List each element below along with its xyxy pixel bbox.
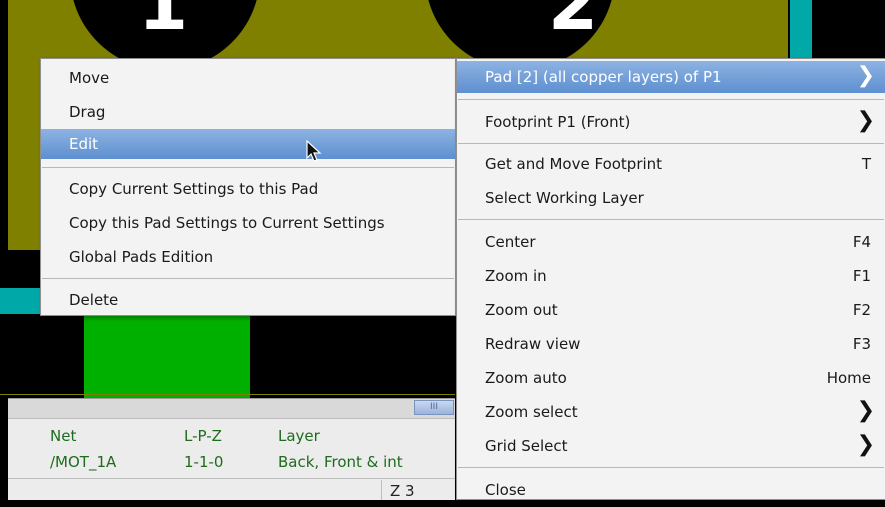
pad-context-menu: Move Drag Edit Copy Current Settings to … [40,58,456,316]
menu-item-label: Edit [69,135,99,153]
chevron-right-icon: ❯ [856,108,875,133]
menu-separator [458,143,884,144]
menu-item-label: Zoom out [485,301,558,319]
menu-item-label: Footprint P1 (Front) [485,113,631,131]
mouse-cursor-icon [306,140,322,162]
status-header-lpz: L-P-Z [184,427,222,445]
menu-item-copy-pad-settings[interactable]: Copy this Pad Settings to Current Settin… [41,206,455,240]
menu-separator [42,278,454,279]
menu-item-label: Redraw view [485,335,581,353]
menu-item-label: Drag [69,103,106,121]
menu-item-zoom-in[interactable]: Zoom in F1 [457,259,885,293]
chevron-right-icon: ❯ [856,432,875,457]
menu-item-redraw-view[interactable]: Redraw view F3 [457,327,885,361]
menu-item-label: Copy Current Settings to this Pad [69,180,319,198]
menu-item-label: Zoom select [485,403,578,421]
menu-item-copy-current-settings[interactable]: Copy Current Settings to this Pad [41,172,455,206]
menu-item-label: Copy this Pad Settings to Current Settin… [69,214,385,232]
status-header-layer: Layer [278,427,320,445]
menu-item-grid-select[interactable]: Grid Select ❯ [457,429,885,463]
menu-item-label: Move [69,69,110,87]
status-bar: Net L-P-Z Layer /MOT_1A 1-1-0 Back, Fron… [8,418,455,478]
menu-shortcut: F3 [852,335,871,353]
menu-item-label: Close [485,481,526,499]
outline-line [0,394,455,395]
menu-item-delete[interactable]: Delete [41,283,455,317]
status-value-layer: Back, Front & int [278,453,403,471]
menu-item-label: Get and Move Footprint [485,155,663,173]
status-value-net: /MOT_1A [50,453,117,471]
menu-item-zoom-auto[interactable]: Zoom auto Home [457,361,885,395]
main-context-menu: Pad [2] (all copper layers) of P1 ❯ Foot… [456,58,885,500]
menu-item-center[interactable]: Center F4 [457,225,885,259]
menu-item-label: Select Working Layer [485,189,644,207]
menu-item-pad-header[interactable]: Pad [2] (all copper layers) of P1 ❯ [457,61,885,93]
menu-item-zoom-out[interactable]: Zoom out F2 [457,293,885,327]
menu-shortcut: Home [826,369,871,387]
menu-item-global-pads-edition[interactable]: Global Pads Edition [41,240,455,274]
zoom-indicator: Z 3 [381,480,441,500]
track-cyan-left [0,288,40,314]
menu-item-label: Global Pads Edition [69,248,214,266]
menu-shortcut: F2 [852,301,871,319]
menu-separator [458,467,884,468]
menu-item-label: Pad [2] (all copper layers) of P1 [485,68,722,86]
status-value-lpz: 1-1-0 [184,453,224,471]
menu-item-footprint[interactable]: Footprint P1 (Front) ❯ [457,105,885,139]
menu-shortcut: F1 [852,267,871,285]
menu-separator [42,167,454,168]
menu-item-move[interactable]: Move [41,61,455,95]
menu-item-close[interactable]: Close [457,473,885,507]
chevron-right-icon: ❯ [856,63,875,88]
menu-shortcut: T [861,155,871,173]
menu-separator [458,219,884,220]
horizontal-scrollbar[interactable] [8,398,455,418]
scrollbar-thumb[interactable]: III [414,400,454,415]
status-header-net: Net [50,427,77,445]
menu-separator [458,99,884,100]
pad-1-number: 1 [138,0,189,46]
chevron-right-icon: ❯ [856,398,875,423]
menu-shortcut: F4 [852,233,871,251]
menu-item-select-working-layer[interactable]: Select Working Layer [457,181,885,215]
menu-item-zoom-select[interactable]: Zoom select ❯ [457,395,885,429]
menu-item-label: Zoom in [485,267,547,285]
menu-item-label: Zoom auto [485,369,567,387]
menu-item-label: Grid Select [485,437,568,455]
pad-2-number: 2 [548,0,599,46]
menu-item-label: Delete [69,291,119,309]
track-cyan-right [790,0,812,58]
menu-item-drag[interactable]: Drag [41,95,455,129]
pad-green [84,314,250,398]
menu-item-get-move-footprint[interactable]: Get and Move Footprint T [457,147,885,181]
menu-item-label: Center [485,233,536,251]
menu-item-edit[interactable]: Edit [41,129,455,159]
